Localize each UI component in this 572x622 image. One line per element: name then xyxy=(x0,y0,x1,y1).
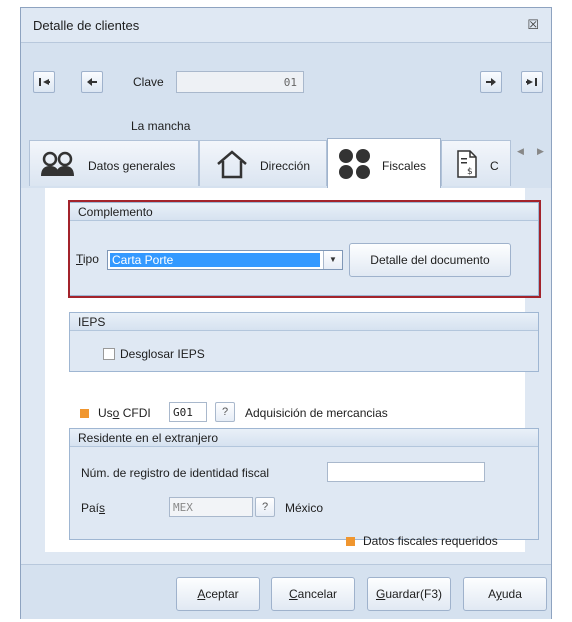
registro-label: Núm. de registro de identidad fiscal xyxy=(81,466,270,480)
tab-strip: Datos generales Dirección Fiscales $ C ◀… xyxy=(21,138,551,188)
ayuda-button[interactable]: Ayuda xyxy=(463,577,547,611)
svg-text:$: $ xyxy=(467,167,473,177)
pais-name: México xyxy=(285,501,324,515)
tab-fiscales[interactable]: Fiscales xyxy=(327,138,441,188)
tipo-label: Tipo xyxy=(76,252,99,266)
tab-direccion[interactable]: Dirección xyxy=(199,140,327,186)
tab-datos-generales[interactable]: Datos generales xyxy=(29,140,199,186)
aceptar-button[interactable]: Aceptar xyxy=(176,577,260,611)
desglosar-ieps-checkbox[interactable] xyxy=(103,348,115,360)
clave-input[interactable]: 01 xyxy=(176,71,304,93)
first-icon xyxy=(39,78,50,86)
residente-group: Residente en el extranjero xyxy=(69,428,539,540)
detalle-documento-button[interactable]: Detalle del documento xyxy=(349,243,511,277)
tipo-selected-value: Carta Porte xyxy=(110,253,320,267)
tipo-select[interactable]: Carta Porte ▼ xyxy=(107,250,343,270)
tab-label: C xyxy=(490,159,499,173)
desglosar-ieps-label: Desglosar IEPS xyxy=(120,347,205,361)
residente-title: Residente en el extranjero xyxy=(70,429,538,447)
title-bar: Detalle de clientes ☒ xyxy=(21,8,551,42)
ieps-title: IEPS xyxy=(70,313,538,331)
dialog-window: Detalle de clientes ☒ Clave 01 La mancha xyxy=(20,7,552,619)
pais-label: País xyxy=(81,501,106,515)
record-navigator: Clave 01 La mancha xyxy=(21,42,551,140)
last-icon xyxy=(526,78,537,86)
people-icon xyxy=(41,151,74,176)
uso-cfdi-label: Uso CFDI xyxy=(98,406,151,420)
client-name: La mancha xyxy=(131,119,191,133)
invoice-icon: $ xyxy=(457,150,477,178)
cancelar-button[interactable]: Cancelar xyxy=(271,577,355,611)
clave-label: Clave xyxy=(133,75,164,89)
uso-cfdi-description: Adquisición de mercancias xyxy=(245,406,388,420)
last-record-button[interactable] xyxy=(521,71,543,93)
arrow-left-icon xyxy=(87,78,97,86)
first-record-button[interactable] xyxy=(33,71,55,93)
help-lookup-icon[interactable]: ? xyxy=(215,402,235,422)
tab-cuentas[interactable]: $ C xyxy=(441,140,511,186)
required-marker xyxy=(80,409,89,418)
tab-scroll-left-icon[interactable]: ◀ xyxy=(517,146,524,157)
house-icon xyxy=(217,150,247,179)
pais-input[interactable]: MEX xyxy=(169,497,253,517)
close-icon[interactable]: ☒ xyxy=(527,17,539,33)
previous-record-button[interactable] xyxy=(81,71,103,93)
required-legend-marker xyxy=(346,537,355,546)
dots-icon xyxy=(339,149,370,179)
registro-input[interactable] xyxy=(327,462,485,482)
tab-label: Fiscales xyxy=(382,159,427,173)
help-lookup-icon[interactable]: ? xyxy=(255,497,275,517)
required-legend-text: Datos fiscales requeridos xyxy=(363,534,498,548)
arrow-right-icon xyxy=(486,78,496,86)
window-title: Detalle de clientes xyxy=(33,18,140,33)
ieps-group: IEPS xyxy=(69,312,539,372)
tab-label: Dirección xyxy=(260,159,311,173)
tab-scroll-right-icon[interactable]: ▶ xyxy=(537,146,544,157)
uso-cfdi-input[interactable]: G01 xyxy=(169,402,207,422)
chevron-down-icon[interactable]: ▼ xyxy=(323,251,342,269)
guardar-button[interactable]: Guardar(F3) xyxy=(367,577,451,611)
tab-label: Datos generales xyxy=(88,159,176,173)
footer-bar: Aceptar Cancelar Guardar(F3) Ayuda xyxy=(21,564,551,619)
next-record-button[interactable] xyxy=(480,71,502,93)
